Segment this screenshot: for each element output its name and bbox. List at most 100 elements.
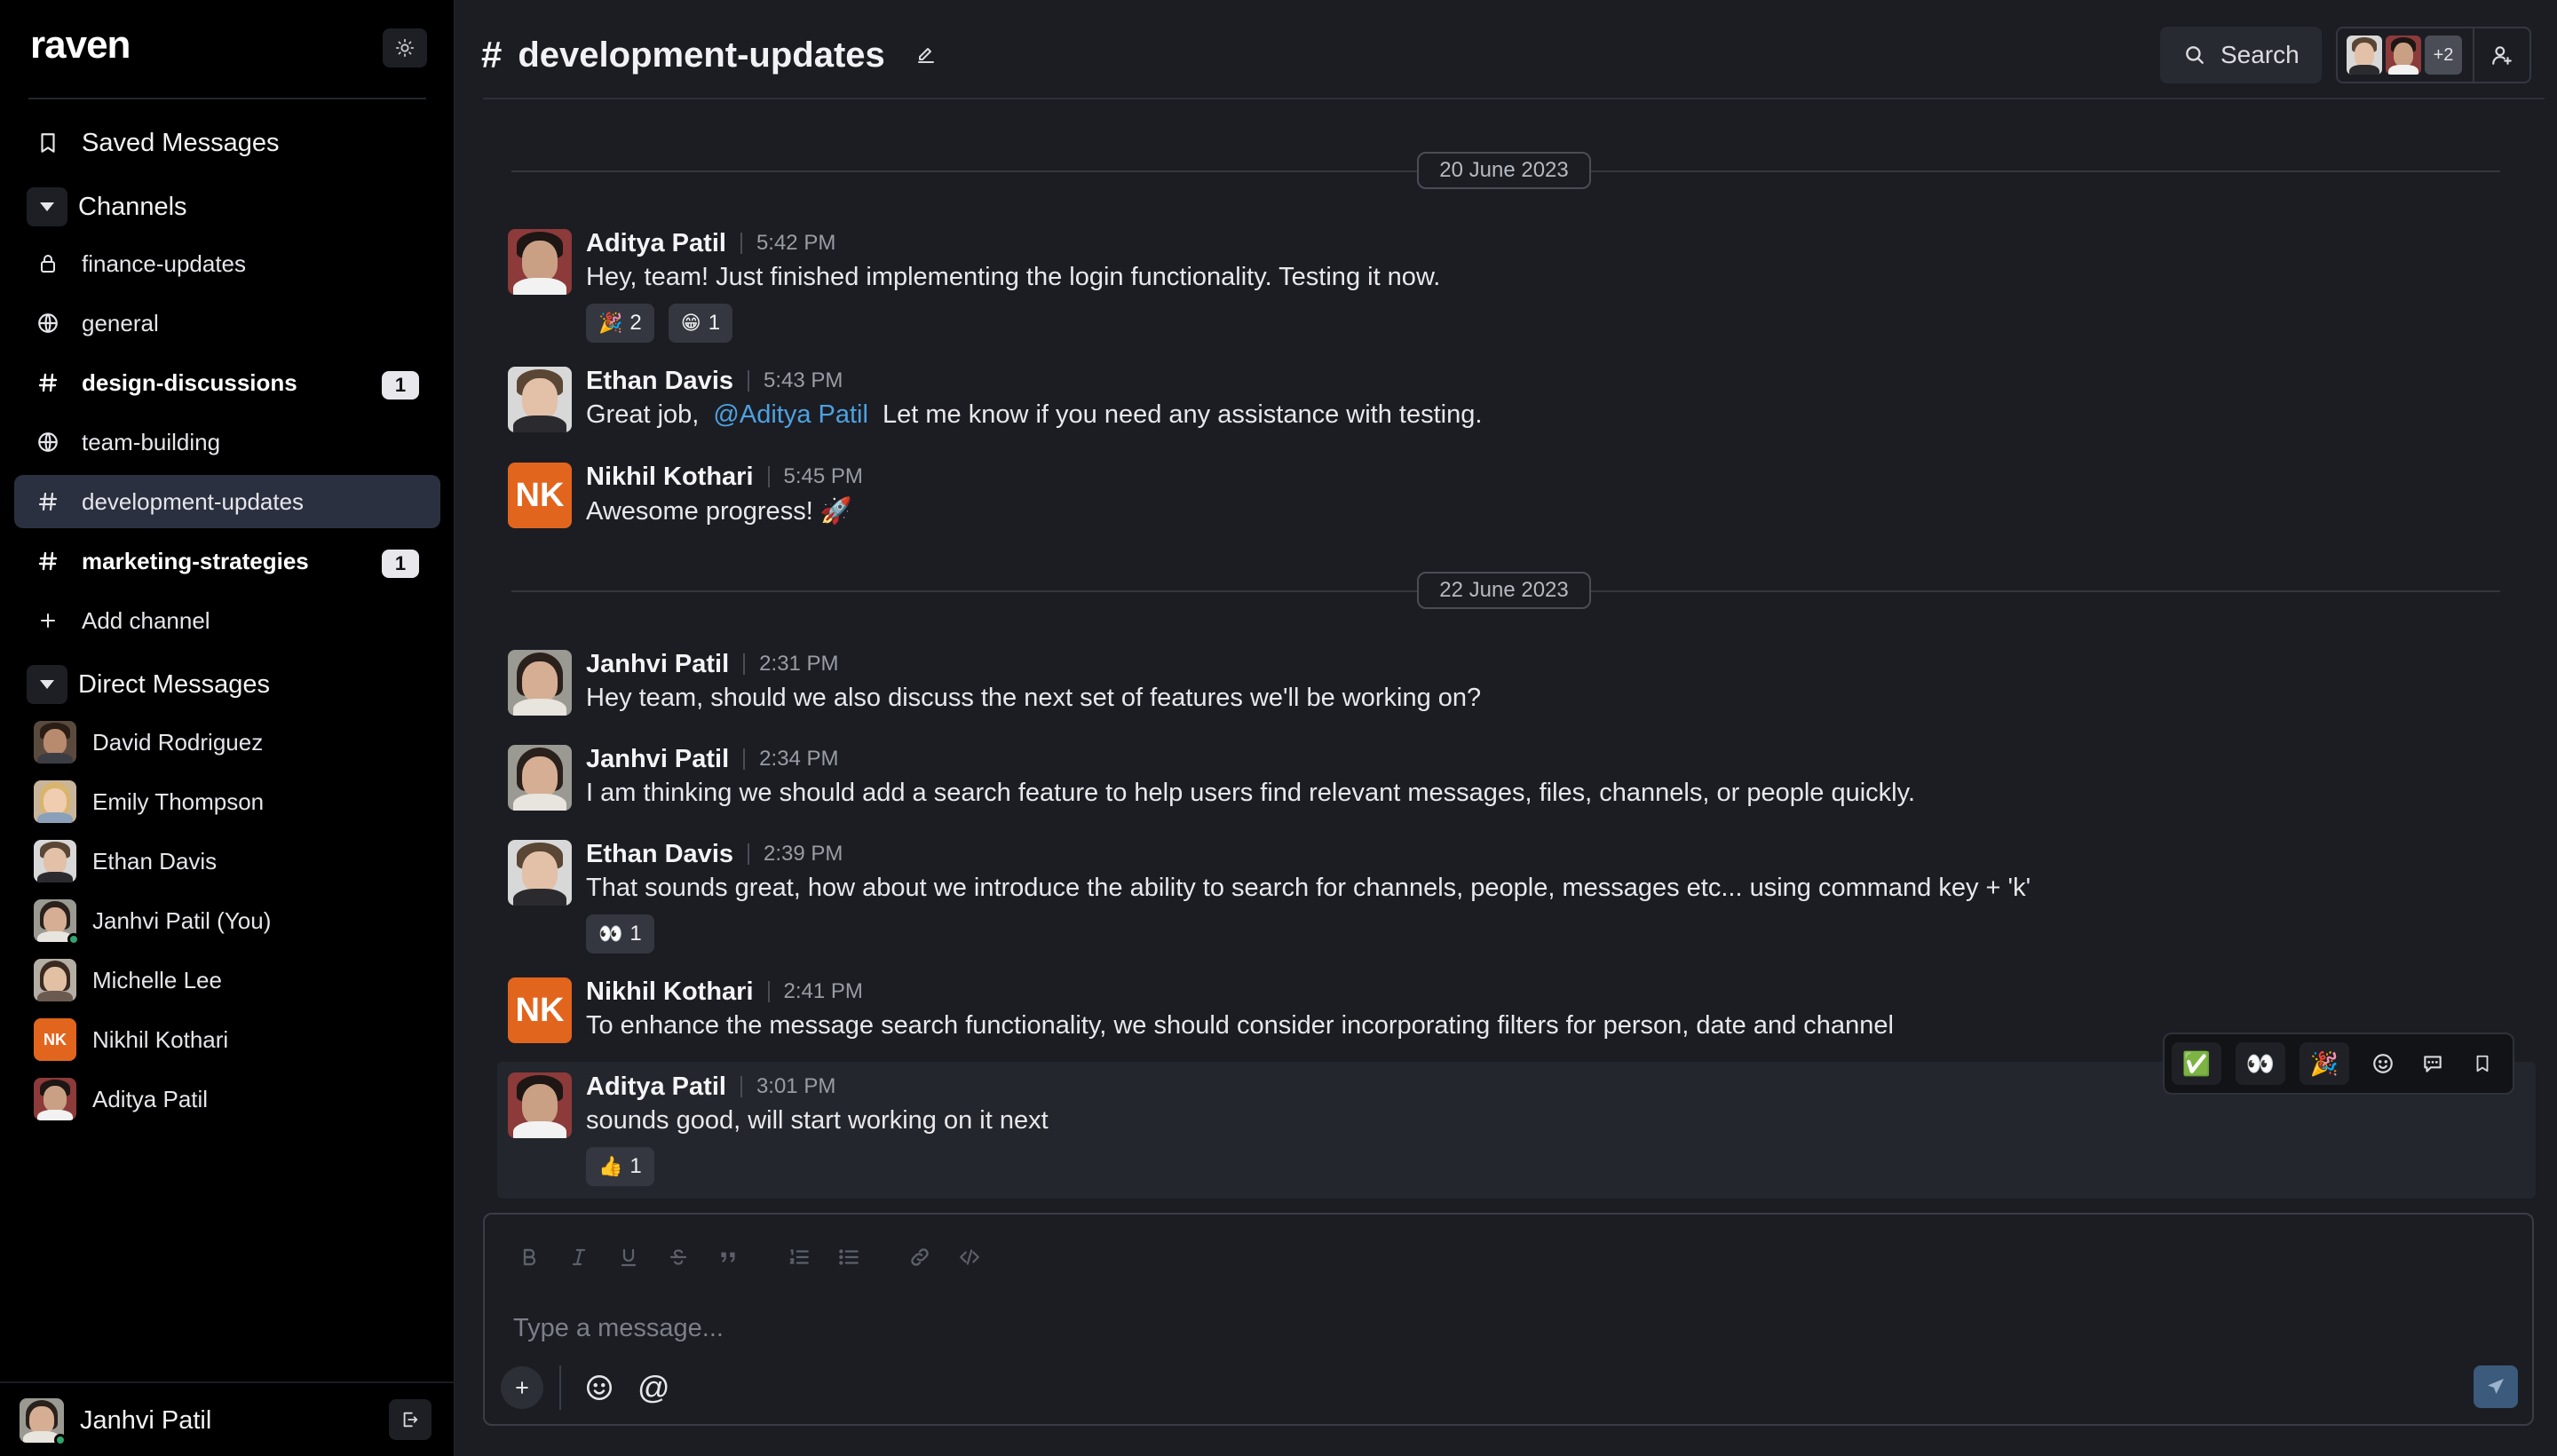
strikethrough-button[interactable] [661,1239,696,1275]
sidebar-dm-ethan-davis[interactable]: Ethan Davis [14,835,440,888]
sidebar-dm-emily-thompson[interactable]: Emily Thompson [14,775,440,828]
sidebar-dm-nikhil-kothari[interactable]: NK Nikhil Kothari [14,1013,440,1066]
avatar[interactable] [508,1072,572,1138]
sidebar-dm-janhvi-patil[interactable]: Janhvi Patil (You) [14,894,440,947]
add-channel-button[interactable]: Add channel [14,594,440,647]
reaction-button[interactable]: 😁 1 [668,304,733,343]
message-author[interactable]: Aditya Patil [586,229,726,258]
message-item[interactable]: Janhvi Patil 2:31 PM Hey team, should we… [497,639,2536,728]
avatar[interactable] [508,745,572,811]
avatar [2347,36,2382,75]
message-author[interactable]: Ethan Davis [586,840,733,869]
send-button[interactable] [2474,1365,2518,1408]
composer-actions: @ [501,1365,670,1410]
bold-icon [523,1248,536,1266]
saved-messages-link[interactable]: Saved Messages [14,116,440,170]
message-item[interactable]: Ethan Davis 2:39 PM That sounds great, h… [497,829,2536,962]
sidebar-channel-design-discussions[interactable]: design-discussions 1 [14,356,440,409]
quick-reaction-check-button[interactable]: ✅ [2172,1042,2221,1085]
direct-messages-section-toggle[interactable]: Direct Messages [14,658,440,711]
ordered-list-button[interactable] [781,1239,817,1275]
avatar[interactable] [508,840,572,906]
sidebar-dm-michelle-lee[interactable]: Michelle Lee [14,954,440,1007]
message-item[interactable]: Aditya Patil 5:42 PM Hey, team! Just fin… [497,218,2536,352]
channels-section-toggle[interactable]: Channels [14,180,440,233]
direct-messages-header: Direct Messages [78,669,270,699]
avatar[interactable]: NK [508,463,572,528]
reaction-button[interactable]: 🎉 2 [586,304,654,343]
message-item[interactable]: Ethan Davis 5:43 PM Great job, @Aditya P… [497,356,2536,445]
date-label: 22 June 2023 [1417,572,1591,609]
user-mention-link[interactable]: @Aditya Patil [713,400,868,429]
avatar[interactable]: NK [508,977,572,1043]
footer-divider [0,1381,455,1383]
sidebar-channel-finance-updates[interactable]: finance-updates [14,237,440,290]
insert-link-button[interactable] [902,1239,938,1275]
avatar-initials: NK [508,463,572,528]
message-timestamp: 3:01 PM [756,1074,836,1098]
link-icon [911,1248,929,1266]
avatar [34,1078,76,1120]
channel-header: # development-updates [481,27,937,83]
sidebar-dm-aditya-patil[interactable]: Aditya Patil [14,1072,440,1126]
underline-button[interactable] [611,1239,646,1275]
message-author[interactable]: Nikhil Kothari [586,977,754,1007]
avatar-initials: NK [34,1018,76,1061]
sidebar-channel-development-updates[interactable]: development-updates [14,475,440,528]
dm-label: Michelle Lee [92,966,222,993]
date-label: 20 June 2023 [1417,152,1591,189]
mention-button[interactable]: @ [637,1369,670,1406]
message-input[interactable]: Type a message... [513,1314,724,1343]
message-author[interactable]: Janhvi Patil [586,745,729,774]
save-message-button[interactable] [2463,1042,2502,1085]
avatar [34,899,80,946]
attach-file-button[interactable] [501,1366,543,1409]
message-author[interactable]: Aditya Patil [586,1072,726,1102]
avatar[interactable] [20,1398,67,1446]
quick-reaction-eyes-button[interactable]: 👀 [2236,1042,2285,1085]
italic-button[interactable] [561,1239,597,1275]
code-block-button[interactable] [952,1239,987,1275]
reply-in-thread-button[interactable] [2413,1042,2452,1085]
reaction-button[interactable]: 👍 1 [586,1147,654,1186]
plus-icon [516,1381,528,1394]
avatar[interactable] [508,367,572,432]
avatar[interactable] [508,650,572,716]
sidebar-dm-david-rodriguez[interactable]: David Rodriguez [14,716,440,769]
bullet-list-icon [839,1249,859,1265]
add-member-button[interactable] [2473,27,2531,83]
message-item[interactable]: NK Nikhil Kothari 5:45 PM Awesome progre… [497,452,2536,541]
sidebar-channel-general[interactable]: general [14,297,440,350]
message-text: Awesome progress! 🚀 [586,497,852,526]
edit-channel-name-button[interactable] [915,44,937,66]
channel-members-button[interactable]: +2 [2336,27,2474,83]
sidebar-channel-team-building[interactable]: team-building [14,415,440,469]
message-author[interactable]: Janhvi Patil [586,650,729,679]
dm-label: Emily Thompson [92,787,265,815]
message-author[interactable]: Nikhil Kothari [586,463,754,492]
message-item[interactable]: Janhvi Patil 2:34 PM I am thinking we sh… [497,734,2536,823]
blockquote-button[interactable] [710,1239,746,1275]
avatar[interactable] [508,229,572,295]
more-members-count: +2 [2425,36,2462,75]
saved-messages-label: Saved Messages [82,128,280,157]
reaction-button[interactable]: 👀 1 [586,914,654,954]
hash-icon [25,475,71,528]
logout-button[interactable] [389,1399,431,1440]
reaction-list: 👍 1 [586,1147,669,1186]
add-reaction-button[interactable] [2363,1042,2403,1085]
search-button[interactable]: Search [2160,27,2322,83]
quick-reaction-party-button[interactable]: 🎉 [2300,1042,2349,1085]
hash-icon [25,356,71,409]
theme-toggle-button[interactable] [383,28,427,67]
message-text: To enhance the message search functional… [586,1011,1894,1040]
online-status-indicator [67,933,80,946]
sidebar-channel-marketing-strategies[interactable]: marketing-strategies 1 [14,534,440,588]
bullet-list-button[interactable] [831,1239,867,1275]
bold-button[interactable] [511,1239,547,1275]
message-timestamp: 5:45 PM [783,464,863,488]
message-author[interactable]: Ethan Davis [586,367,733,396]
dm-label: Nikhil Kothari [92,1025,229,1053]
channel-label: general [82,309,159,336]
emoji-picker-button[interactable] [581,1369,618,1406]
